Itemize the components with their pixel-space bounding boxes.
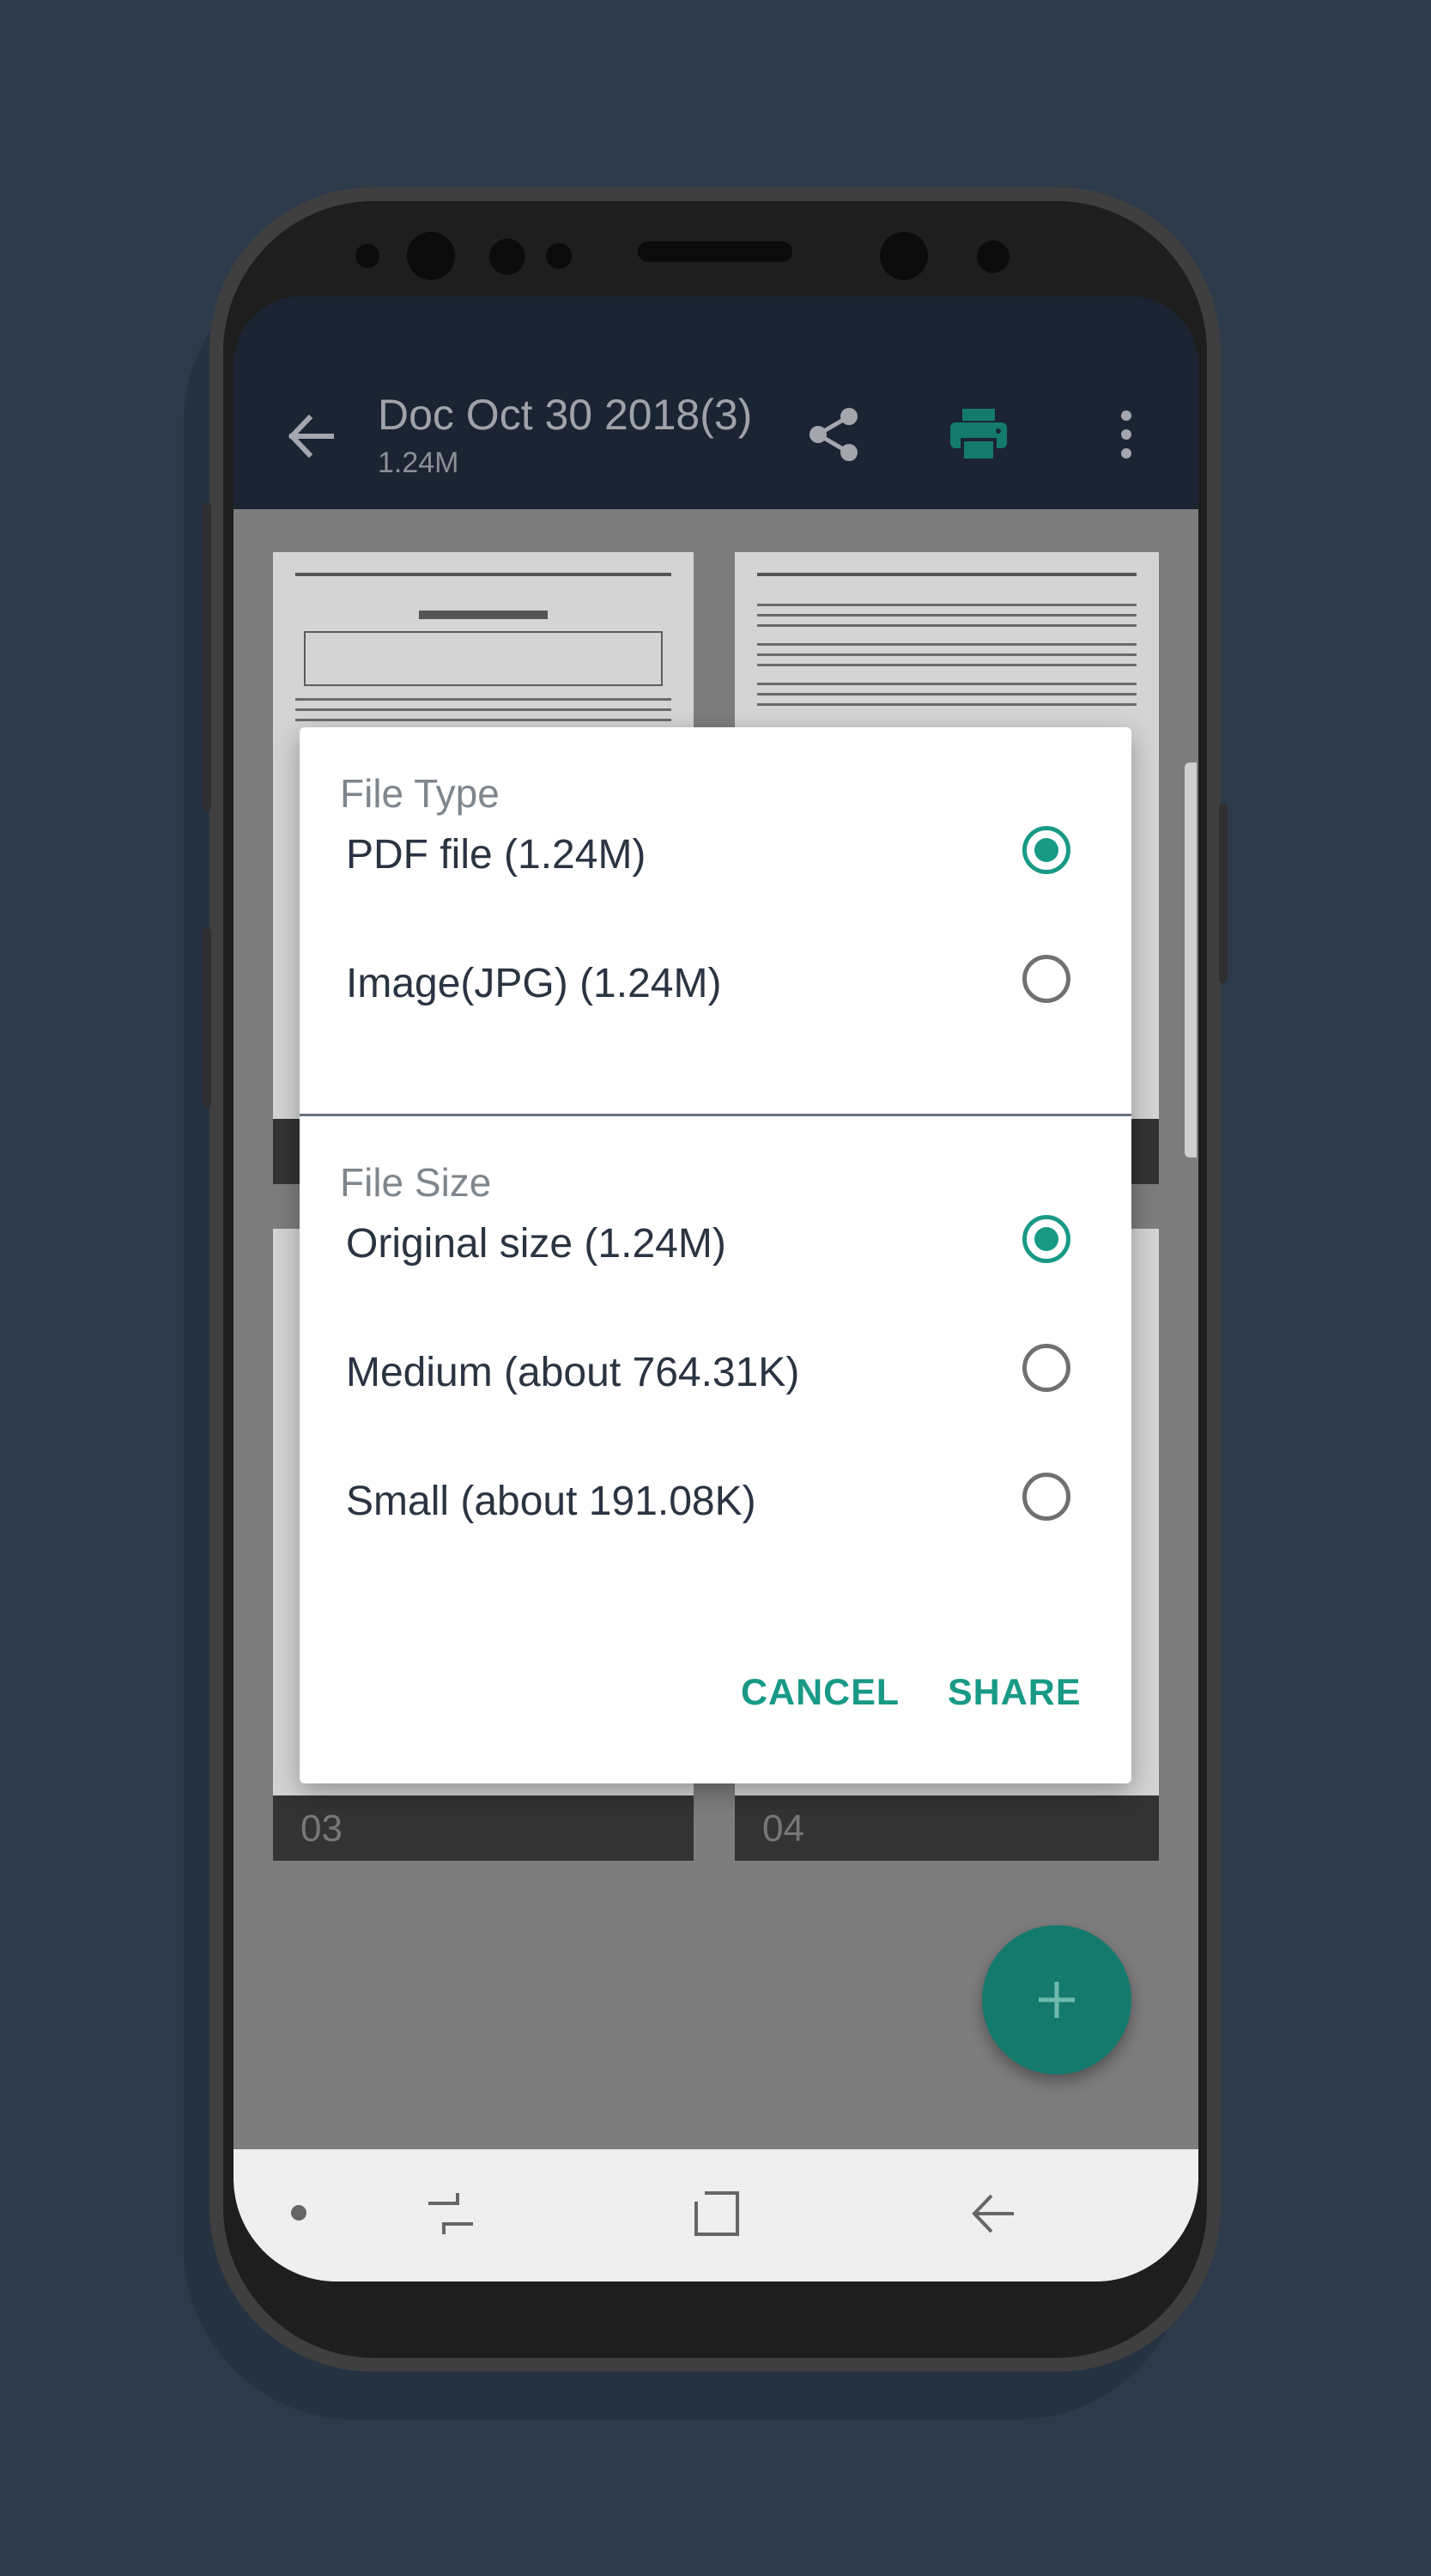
more-vert-icon[interactable]	[1092, 400, 1161, 469]
page-number: 04	[762, 1807, 804, 1850]
share-button[interactable]: SHARE	[948, 1672, 1082, 1714]
scroll-indicator	[1185, 762, 1197, 1157]
option-original-size[interactable]: Original size (1.24M)	[300, 1182, 1131, 1303]
option-image-jpg[interactable]: Image(JPG) (1.24M)	[300, 922, 1131, 1042]
recents-icon[interactable]	[421, 2184, 481, 2244]
radio-unselected[interactable]	[1022, 1473, 1070, 1521]
radio-selected[interactable]	[1022, 826, 1070, 874]
page-label-03: 03	[273, 1795, 694, 1861]
option-label: PDF file (1.24M)	[346, 832, 646, 878]
home-icon[interactable]	[687, 2184, 747, 2244]
print-icon[interactable]	[944, 400, 1013, 469]
status-bar	[233, 296, 1198, 359]
share-icon[interactable]	[800, 400, 869, 469]
radio-selected[interactable]	[1022, 1215, 1070, 1263]
page-number: 03	[300, 1807, 343, 1850]
option-medium-size[interactable]: Medium (about 764.31K)	[300, 1311, 1131, 1431]
volume-button-up	[203, 502, 211, 811]
option-label: Image(JPG) (1.24M)	[346, 961, 722, 1006]
plus-icon	[1039, 1982, 1075, 2018]
sensor-dot	[977, 240, 1010, 273]
system-nav-bar	[233, 2149, 1198, 2281]
radio-unselected[interactable]	[1022, 955, 1070, 1003]
dot-icon	[288, 2202, 309, 2223]
option-small-size[interactable]: Small (about 191.08K)	[300, 1440, 1131, 1560]
earpiece-speaker	[638, 241, 792, 262]
option-pdf-file[interactable]	[300, 653, 1131, 774]
document-title: Doc Oct 30 2018(3)	[378, 391, 753, 439]
add-page-button[interactable]	[982, 1925, 1131, 2075]
back-arrow-icon[interactable]	[276, 402, 345, 471]
sensor-dot	[489, 239, 525, 275]
camera-lens	[407, 232, 455, 280]
back-icon[interactable]	[963, 2184, 1023, 2244]
power-button	[1219, 803, 1228, 983]
option-label: Original size (1.24M)	[346, 1221, 726, 1267]
page-label-04: 04	[735, 1795, 1159, 1861]
option-label: Small (about 191.08K)	[346, 1479, 756, 1524]
option-pdf-file[interactable]: PDF file (1.24M)	[300, 793, 1131, 914]
cancel-button[interactable]: CANCEL	[741, 1672, 900, 1714]
section-divider	[300, 1114, 1131, 1116]
share-options-dialog: File Type PDF file (1.24M) Image(JPG) (1…	[300, 727, 1131, 1783]
app-bar: Doc Oct 30 2018(3) 1.24M	[233, 359, 1198, 509]
sensor-dot	[546, 243, 572, 269]
option-label: Medium (about 764.31K)	[346, 1350, 800, 1395]
front-camera	[880, 232, 928, 280]
sensor-dot	[355, 244, 379, 268]
document-size: 1.24M	[378, 447, 459, 479]
radio-unselected[interactable]	[1022, 1344, 1070, 1392]
bixby-button	[203, 927, 211, 1108]
